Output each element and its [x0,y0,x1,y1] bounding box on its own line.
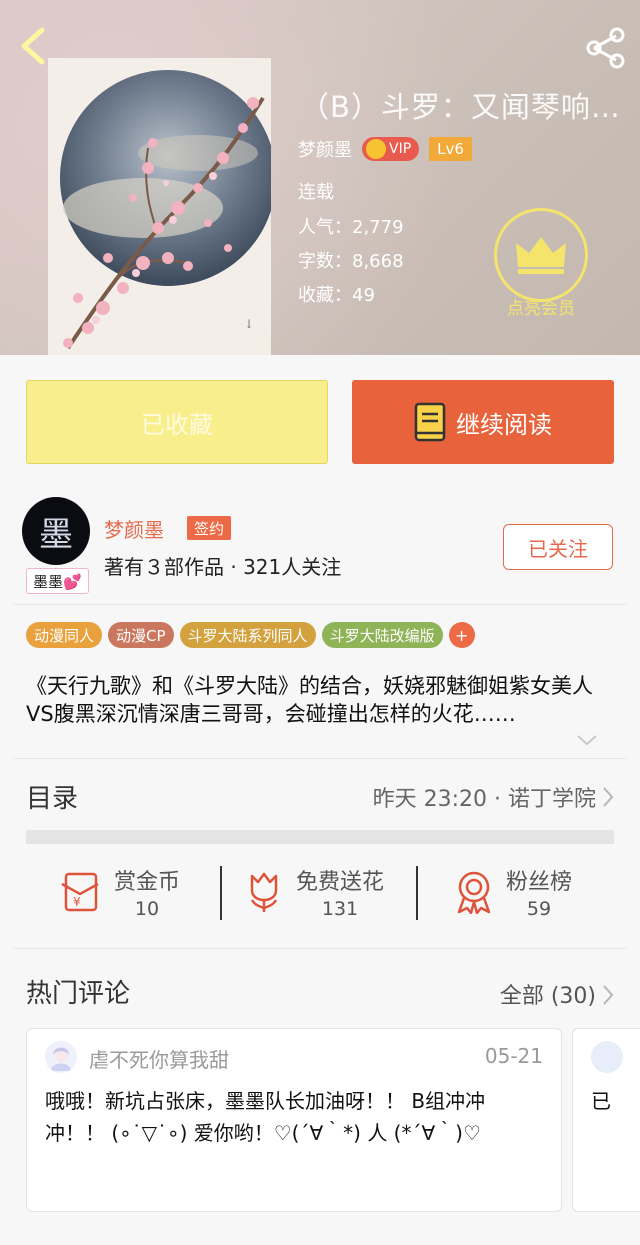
latest-chapter-info[interactable]: 昨天 23:20 · 诺丁学院 [373,781,596,813]
share-icon [586,27,625,69]
favorites-value: 49 [352,285,375,306]
fan-ranking-button[interactable]: 粉丝榜 59 [454,864,572,920]
book-header: ↓ （B）斗罗：又闻琴响… 梦颜墨 VIP Lv6 连载 人气：2,779 字数… [0,0,640,355]
follow-label: 已关注 [528,536,588,561]
comment-card[interactable]: 虐不死你算我甜 05-21 哦哦！新坑占张床，墨墨队长加油呀！！ B组冲冲冲！！… [26,1028,562,1212]
comment-text: 哦哦！新坑占张床，墨墨队长加油呀！！ B组冲冲冲！！ (∘˙▽˙∘) 爱你哟！♡… [45,1089,486,1145]
chevron-right-icon [603,985,614,1005]
book-title: （B）斗罗：又闻琴响… [300,90,621,124]
word-count-stat: 字数：8,668 [298,247,404,273]
follow-button[interactable]: 已关注 [503,524,613,570]
collected-label: 已收藏 [141,410,213,439]
svg-text:¥: ¥ [73,895,81,909]
tag-item[interactable]: 斗罗大陆改编版 [321,622,443,648]
reward-coins-count: 10 [134,898,160,920]
book-icon [414,402,446,442]
favorites-label: 收藏： [298,285,352,306]
continue-reading-button[interactable]: 继续阅读 [352,380,614,464]
crown-icon [516,237,566,274]
continue-reading-label: 继续阅读 [456,410,552,439]
crown-icon [366,139,386,159]
popularity-value: 2,779 [352,217,404,238]
expand-description-button[interactable] [576,732,598,751]
flower-icon [250,872,278,912]
red-envelope-icon: ¥ [61,872,99,912]
chevron-down-icon [577,735,597,746]
favorites-stat: 收藏：49 [298,281,375,307]
hot-comments-title: 热门评论 [26,979,131,1009]
chevron-right-icon [603,787,614,807]
commenter-avatar[interactable] [591,1041,623,1073]
send-flower-button[interactable]: 免费送花 131 [244,864,384,920]
author-stats: 著有３部作品 · 321人关注 [104,555,342,579]
tag-item[interactable]: 动漫CP [108,622,174,648]
divider [14,758,626,759]
medal-icon [457,871,491,914]
share-button[interactable] [582,24,630,72]
author-name[interactable]: 梦颜墨 [104,514,164,543]
fan-ranking-label: 粉丝榜 [506,870,573,895]
book-cover[interactable]: ↓ [48,58,271,355]
avatar-glyph: 墨 [39,514,73,555]
tag-list: 动漫同人 动漫CP 斗罗大陆系列同人 斗罗大陆改编版 + [26,622,475,648]
reward-coins-label: 赏金币 [114,870,181,895]
send-flower-label: 免费送花 [296,870,385,895]
words-label: 字数： [298,251,352,272]
collected-button[interactable]: 已收藏 [26,380,328,464]
commenter-avatar[interactable] [45,1041,77,1073]
signed-badge: 签约 [187,516,232,540]
header-author-line: 梦颜墨 VIP Lv6 [298,136,472,162]
member-label: 点亮会员 [507,299,575,319]
all-comments-chevron[interactable] [602,984,614,1010]
tag-item[interactable]: 动漫同人 [26,622,103,648]
comment-card[interactable]: 已 [572,1028,640,1212]
divider [14,948,626,949]
toc-title[interactable]: 目录 [26,778,78,815]
more-tags-button[interactable]: + [448,622,475,648]
cover-illustration: ↓ [48,58,271,355]
fan-ranking-count: 59 [526,898,552,920]
svg-text:↓: ↓ [244,317,254,331]
reward-separator [220,866,222,920]
serial-status: 连载 [298,182,334,203]
vip-badge: VIP [362,137,420,161]
comment-date: 05-21 [484,1044,543,1068]
toc-chevron[interactable] [602,786,614,812]
member-button[interactable]: 点亮会员 [494,208,588,333]
all-comments-link[interactable]: 全部 (30) [500,978,596,1010]
vip-label: VIP [389,141,412,157]
book-description: 《天行九歌》和《斗罗大陆》的结合，妖娆邪魅御姐紫女美人VS腹黑深沉情深唐三哥哥，… [26,674,593,726]
header-author-name[interactable]: 梦颜墨 [298,136,352,162]
avatar-tag: 墨墨💕 [26,568,89,594]
section-separator [26,830,614,844]
popularity-stat: 人气：2,779 [298,213,404,239]
comment-text: 已 [591,1089,611,1113]
author-avatar[interactable]: 墨 [22,497,90,565]
member-ring [494,208,588,302]
avatar-image [45,1041,77,1073]
send-flower-count: 131 [321,898,359,920]
level-badge: Lv6 [429,137,472,161]
words-value: 8,668 [352,251,404,272]
popularity-label: 人气： [298,217,352,238]
commenter-name[interactable]: 虐不死你算我甜 [89,1044,229,1073]
tag-item[interactable]: 斗罗大陆系列同人 [179,622,316,648]
reward-separator [416,866,418,920]
divider [14,604,626,605]
reward-coins-button[interactable]: ¥ 赏金币 10 [58,864,180,920]
